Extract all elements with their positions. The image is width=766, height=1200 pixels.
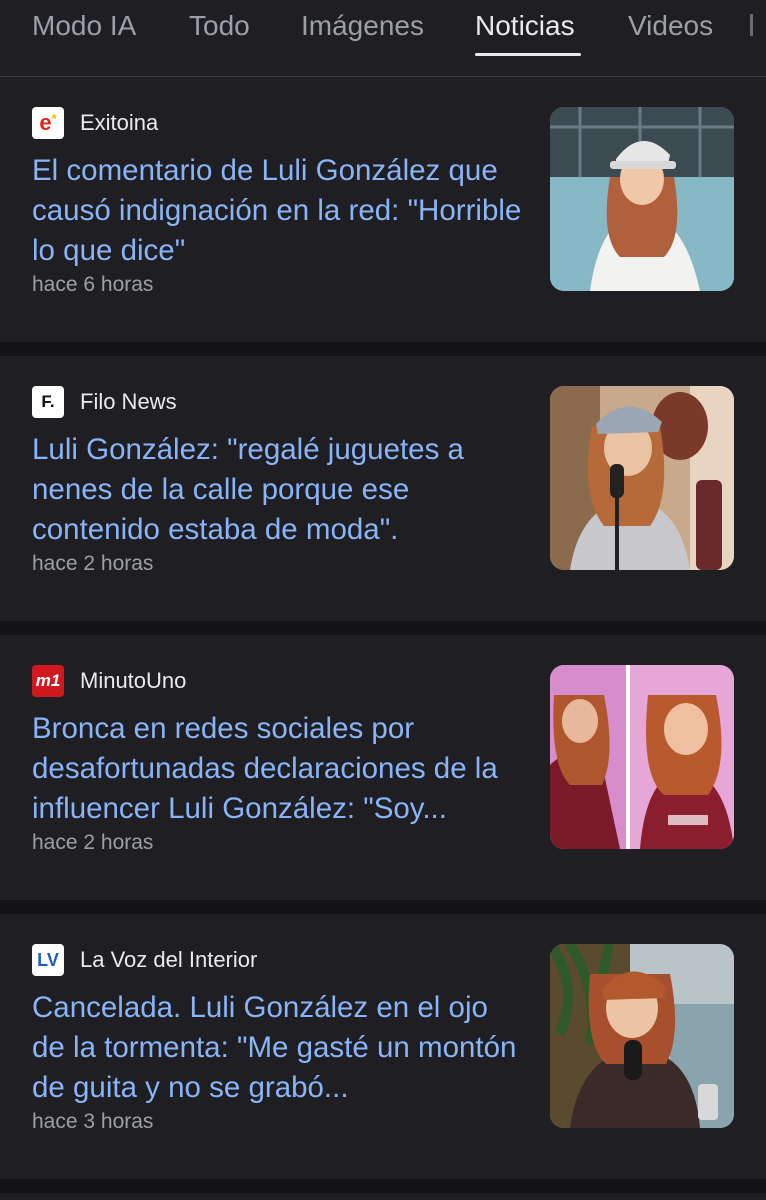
search-tabs-bar: Modo IA Todo Imágenes Noticias Videos xyxy=(0,0,766,77)
tab-imagenes[interactable]: Imágenes xyxy=(301,10,424,42)
news-thumbnail[interactable] xyxy=(550,944,734,1128)
tab-modo-ia[interactable]: Modo IA xyxy=(32,10,136,42)
filo-news-logo-icon: F. xyxy=(32,386,64,418)
news-thumbnail[interactable] xyxy=(550,665,734,849)
news-thumbnail[interactable] xyxy=(550,386,734,570)
active-tab-indicator xyxy=(475,53,581,56)
news-source: LV La Voz del Interior xyxy=(32,944,257,976)
news-timestamp: hace 2 horas xyxy=(32,831,154,854)
exitoina-logo-icon: e * xyxy=(32,107,64,139)
favicon-text: m1 xyxy=(35,671,61,690)
tabs-overflow-indicator xyxy=(750,14,753,36)
minutouno-logo-icon: m1 xyxy=(32,665,64,697)
favicon-text: e xyxy=(39,110,52,135)
card-separator xyxy=(0,621,766,635)
tab-videos[interactable]: Videos xyxy=(628,10,713,42)
news-source: e * Exitoina xyxy=(32,107,158,139)
news-headline[interactable]: Luli González: "regalé juguetes a nenes … xyxy=(32,430,522,550)
source-name[interactable]: Filo News xyxy=(80,389,177,415)
favicon-text: F. xyxy=(41,392,55,411)
source-name[interactable]: Exitoina xyxy=(80,110,158,136)
tab-noticias[interactable]: Noticias xyxy=(475,10,575,42)
source-name[interactable]: MinutoUno xyxy=(80,668,186,694)
news-timestamp: hace 2 horas xyxy=(32,552,154,575)
news-timestamp: hace 3 horas xyxy=(32,1110,154,1133)
card-separator xyxy=(0,1179,766,1193)
favicon-text: LV xyxy=(37,949,59,970)
source-name[interactable]: La Voz del Interior xyxy=(80,947,257,973)
news-card[interactable]: e * Exitoina El comentario de Luli Gonzál… xyxy=(0,77,766,342)
card-separator xyxy=(0,342,766,356)
news-timestamp: hace 6 horas xyxy=(32,273,154,296)
news-card[interactable]: LV La Voz del Interior Cancelada. Luli G… xyxy=(0,914,766,1179)
news-headline[interactable]: El comentario de Luli González que causó… xyxy=(32,151,522,271)
news-card[interactable]: m1 MinutoUno Bronca en redes sociales po… xyxy=(0,635,766,900)
tab-todo[interactable]: Todo xyxy=(189,10,250,42)
news-card[interactable]: F. Filo News Luli González: "regalé jugu… xyxy=(0,356,766,621)
news-source: F. Filo News xyxy=(32,386,177,418)
news-headline[interactable]: Bronca en redes sociales por desafortuna… xyxy=(32,709,522,829)
news-thumbnail[interactable] xyxy=(550,107,734,291)
news-headline[interactable]: Cancelada. Luli González en el ojo de la… xyxy=(32,988,522,1108)
news-source: m1 MinutoUno xyxy=(32,665,186,697)
la-voz-logo-icon: LV xyxy=(32,944,64,976)
card-separator xyxy=(0,900,766,914)
